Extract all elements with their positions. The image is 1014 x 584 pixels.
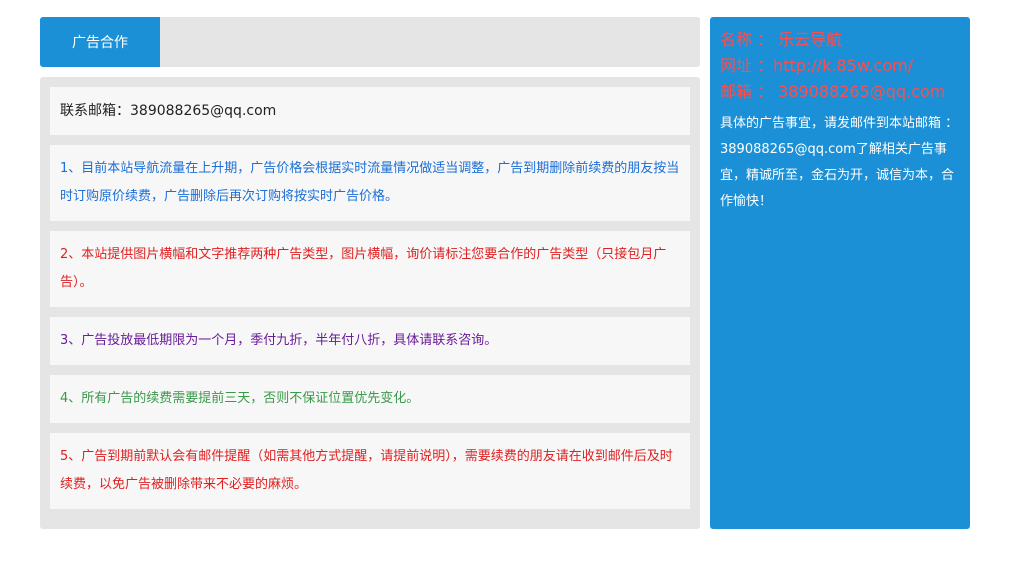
site-email: 邮箱 ： 389088265@qq.com — [720, 82, 946, 101]
sidebar-description: 具体的广告事宜，请发邮件到本站邮箱 ： 389088265@qq.com了解相关… — [720, 116, 959, 209]
notice-item-2: 2、本站提供图片横幅和文字推荐两种广告类型，图片横幅，询价请标注您要合作的广告类… — [50, 231, 690, 307]
notice-item-3: 3、广告投放最低期限为一个月，季付九折，半年付八折，具体请联系咨询。 — [50, 317, 690, 365]
site-info-sidebar: 名称 ： 乐云导航 网址 ：http://k.85w.com/ 邮箱 ： 389… — [710, 17, 970, 529]
notice-text-1: 1、目前本站导航流量在上升期，广告价格会根据实时流量情况做适当调整，广告到期删除… — [60, 161, 680, 204]
site-url-link[interactable]: 网址 ：http://k.85w.com/ — [720, 53, 960, 79]
notice-text-2: 2、本站提供图片横幅和文字推荐两种广告类型，图片横幅，询价请标注您要合作的广告类… — [60, 247, 667, 290]
ad-info-panel: 联系邮箱：389088265@qq.com 1、目前本站导航流量在上升期，广告价… — [40, 77, 700, 529]
tab-bar: 广告合作 — [40, 17, 700, 67]
notice-item-4: 4、所有广告的续费需要提前三天，否则不保证位置优先变化。 — [50, 375, 690, 423]
notice-text-4: 4、所有广告的续费需要提前三天，否则不保证位置优先变化。 — [60, 391, 420, 406]
tab-ad-cooperation[interactable]: 广告合作 — [40, 17, 160, 67]
contact-email-card: 联系邮箱：389088265@qq.com — [50, 87, 690, 135]
notice-text-3: 3、广告投放最低期限为一个月，季付九折，半年付八折，具体请联系咨询。 — [60, 333, 498, 348]
page: 广告合作 联系邮箱：389088265@qq.com 1、目前本站导航流量在上升… — [0, 0, 1014, 584]
site-name: 名称 ： 乐云导航 — [720, 30, 843, 49]
notice-text-5: 5、广告到期前默认会有邮件提醒（如需其他方式提醒，请提前说明），需要续费的朋友请… — [60, 449, 673, 492]
notice-item-1: 1、目前本站导航流量在上升期，广告价格会根据实时流量情况做适当调整，广告到期删除… — [50, 145, 690, 221]
contact-email-text: 联系邮箱：389088265@qq.com — [60, 103, 277, 119]
notice-item-5: 5、广告到期前默认会有邮件提醒（如需其他方式提醒，请提前说明），需要续费的朋友请… — [50, 433, 690, 509]
